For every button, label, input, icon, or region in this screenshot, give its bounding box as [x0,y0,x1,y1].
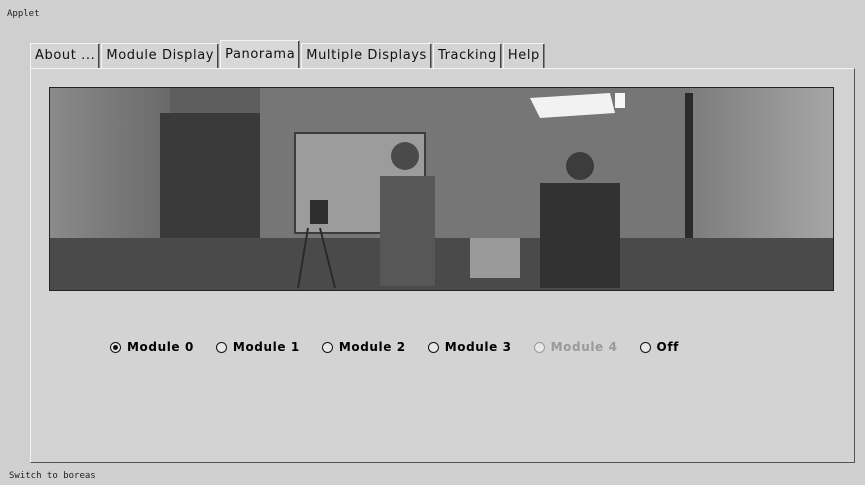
radio-unselected-icon [427,341,439,353]
radio-label: Module 1 [232,340,300,354]
radio-selected-icon [110,341,121,353]
panorama-image [49,87,834,291]
tab-multiple-displays[interactable]: Multiple Displays [301,43,432,68]
radio-module-3[interactable]: Module 3 [427,340,512,354]
radio-module-4: Module 4 [533,340,618,354]
tab-help[interactable]: Help [502,43,545,68]
applet-titlebar: Applet [0,0,865,28]
radio-label: Module 4 [550,340,618,354]
panorama-scene [50,88,833,290]
radio-label: Module 0 [127,340,194,354]
radio-module-2[interactable]: Module 2 [321,340,406,354]
module-selector: Module 0 Module 1 Module 2 Module 3 Modu… [110,339,701,355]
radio-disabled-icon [533,341,545,353]
radio-module-1[interactable]: Module 1 [215,340,300,354]
applet-title: Applet [7,9,40,19]
radio-unselected-icon [321,341,333,353]
radio-module-0[interactable]: Module 0 [110,340,194,354]
radio-unselected-icon [639,341,651,353]
radio-label: Module 2 [338,340,406,354]
status-bar: Switch to boreas [0,466,865,485]
tab-module-display[interactable]: Module Display [101,43,220,68]
tab-tracking[interactable]: Tracking [432,43,502,68]
radio-off[interactable]: Off [639,340,679,354]
tab-bar: About ... Module Display Panorama Multip… [30,40,546,68]
tab-about[interactable]: About ... [30,43,101,68]
radio-unselected-icon [215,341,227,353]
tab-panorama[interactable]: Panorama [220,40,301,68]
radio-label: Module 3 [444,340,512,354]
status-text: Switch to boreas [9,471,96,481]
radio-label: Off [656,340,679,354]
